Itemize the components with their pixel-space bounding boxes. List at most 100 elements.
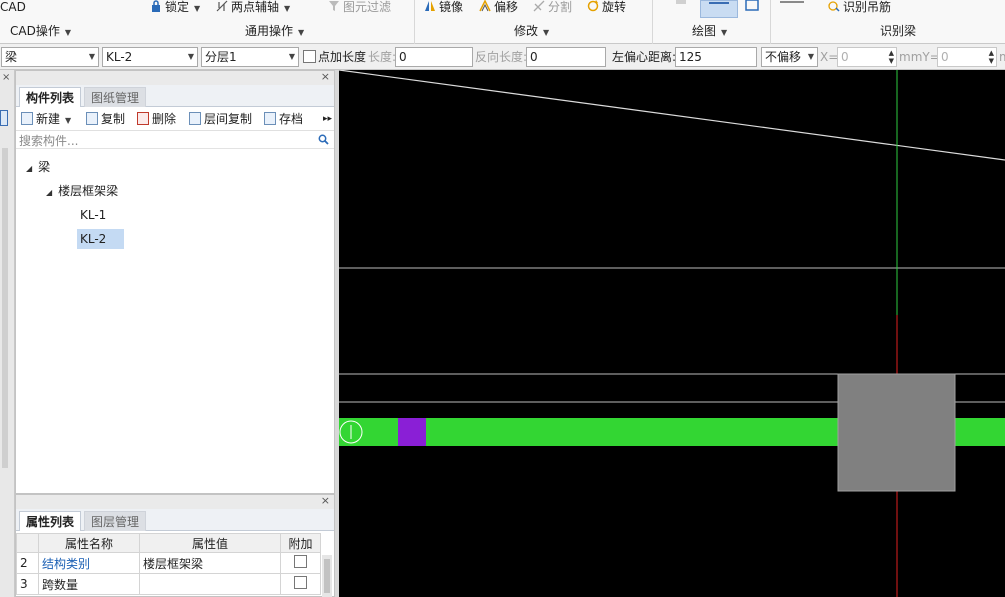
filter-icon [328,0,340,12]
element-type-select[interactable]: 梁 ▼ [1,47,99,67]
group-cad-operations[interactable]: CAD操作 ▼ [10,23,71,39]
column-header: 附加 [280,533,321,553]
close-icon[interactable]: × [321,70,330,83]
component-search[interactable]: 搜索构件... [16,131,334,149]
chevron-down-icon: ▼ [187,52,194,61]
rectangle-draw-button[interactable] [744,0,760,12]
close-icon[interactable]: × [321,494,330,507]
property-name[interactable]: 结构类别 [38,552,140,574]
panel-tabs: 属性列表 图层管理 [16,509,334,531]
new-button[interactable]: 新建 ▼ [21,111,71,127]
component-toolbar: 新建 ▼ 复制 删除 层间复制 存档 ▸▸ [16,107,334,131]
tree-item-kl-2[interactable]: KL-2 [77,229,125,249]
cad-label: CAD [0,0,26,14]
split-icon [533,0,545,12]
scrollbar[interactable] [322,555,332,597]
tree-node-beam[interactable]: ◢ 梁 [26,157,50,177]
checkbox-box[interactable] [303,50,316,63]
group-general-operations[interactable]: 通用操作 ▼ [245,23,304,39]
delete-button[interactable]: 删除 [137,111,176,127]
delete-icon [137,112,149,125]
tab-property-list[interactable]: 属性列表 [19,511,82,531]
tree-node-floor-frame-beam[interactable]: ◢ 楼层框架梁 [46,181,118,201]
row-number: 3 [16,573,39,595]
drawing-surface[interactable] [339,70,1005,597]
mirror-icon [424,0,436,12]
tab-component-list[interactable]: 构件列表 [19,87,82,107]
archive-icon [264,112,276,125]
new-icon [21,112,33,125]
collapse-icon[interactable]: ◢ [46,183,52,203]
component-list-panel: × 构件列表 图纸管理 新建 ▼ 复制 删除 层间复制 存档 ▸▸ 搜索构件...… [15,70,335,494]
column-header: 属性值 [139,533,281,553]
rotate-button[interactable]: 旋转 [587,0,626,15]
draw-icon-faded [676,0,686,4]
drawing-toolbar: 梁 ▼ KL-2 ▼ 分层1 ▼ 点加长度 长度: 0 反向长度: 0 左偏心距离: … [0,44,1005,70]
property-value[interactable]: 楼层框架梁 [139,552,281,574]
cad-drawing-canvas[interactable] [339,70,1005,597]
ribbon-separator [414,0,415,44]
length-label: 长度: [368,50,397,64]
two-point-axis-button[interactable]: 两点辅轴 ▼ [216,0,290,15]
archive-button[interactable]: 存档 [264,111,303,127]
length-input[interactable]: 0 [395,47,473,67]
search-icon[interactable] [318,134,329,145]
group-draw[interactable]: 绘图 ▼ [692,23,727,39]
scrollbar[interactable] [2,148,8,468]
offset-button[interactable]: 偏移 [479,0,518,15]
extra-checkbox[interactable] [280,573,321,595]
ribbon-separator [770,0,771,44]
column[interactable] [837,373,956,492]
row-number: 2 [16,552,39,574]
layer-select[interactable]: 分层1 ▼ [201,47,299,67]
property-table: 属性名称 属性值 附加 2 结构类别 楼层框架梁 3 跨数量 [16,533,321,595]
element-filter-button[interactable]: 图元过滤 [328,0,391,15]
offset-icon [479,0,491,12]
more-icon[interactable]: ▸▸ [323,111,332,127]
left-offset-input[interactable]: 125 [675,47,757,67]
close-icon[interactable]: × [2,72,10,83]
offset-mode-select[interactable]: 不偏移 ▼ [761,47,818,67]
grip-marker[interactable] [398,418,426,446]
collapse-icon[interactable]: ◢ [26,159,32,179]
extra-checkbox[interactable] [280,552,321,574]
component-tree: ◢ 梁 ◢ 楼层框架梁 KL-1 KL-2 [16,153,334,493]
dock-tab[interactable] [0,110,8,126]
property-value[interactable] [139,573,281,595]
rectangle-icon [745,0,759,11]
panel-tabs: 构件列表 图纸管理 [16,85,334,107]
spinner-icon[interactable]: ▲ ▼ [889,49,894,65]
draw-line-button[interactable] [700,0,738,18]
split-button[interactable]: 分割 [533,0,572,15]
table-row[interactable]: 3 跨数量 [16,573,321,595]
y-input[interactable]: 0 ▲ ▼ [937,47,997,67]
tab-drawing-management[interactable]: 图纸管理 [84,87,147,107]
line-icon [709,2,729,4]
column-header [16,533,39,553]
left-dock-strip: × [0,70,15,597]
mirror-button[interactable]: 镜像 [424,0,463,15]
chevron-down-icon: ▼ [88,52,95,61]
property-list-panel: × 属性列表 图层管理 属性名称 属性值 附加 2 结构类别 楼层框架梁 3 跨… [15,494,335,597]
panel-header: × [16,494,334,509]
floor-copy-button[interactable]: 层间复制 [189,111,252,127]
unit-label: m [999,50,1005,64]
element-name-select[interactable]: KL-2 ▼ [102,47,198,67]
lock-icon [150,0,162,12]
table-row[interactable]: 2 结构类别 楼层框架梁 [16,552,321,574]
spinner-icon[interactable]: ▲ ▼ [989,49,994,65]
left-offset-label: 左偏心距离: [612,50,677,64]
lock-button[interactable]: 锁定 ▼ [150,0,200,15]
reverse-length-label: 反向长度: [475,50,528,64]
axis-icon [216,0,228,12]
tree-item-kl-1[interactable]: KL-1 [80,205,106,225]
tab-layer-management[interactable]: 图层管理 [84,511,147,531]
identify-hanging-rebar-button[interactable]: 识别吊筋 [828,0,891,15]
group-modify[interactable]: 修改 ▼ [514,23,549,39]
reverse-length-input[interactable]: 0 [526,47,606,67]
x-input[interactable]: 0 ▲ ▼ [837,47,897,67]
search-input[interactable]: 搜索构件... [19,132,78,149]
property-name[interactable]: 跨数量 [38,573,140,595]
copy-button[interactable]: 复制 [86,111,125,127]
point-length-checkbox[interactable]: 点加长度 [303,47,366,67]
